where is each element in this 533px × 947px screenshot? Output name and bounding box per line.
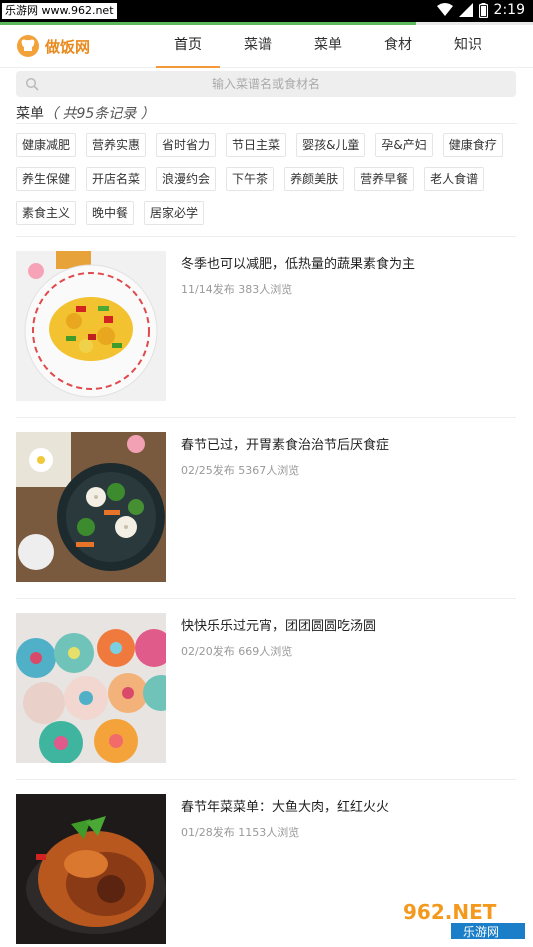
section-title: 菜单	[16, 106, 44, 122]
tab-recipes[interactable]: 菜谱	[223, 25, 293, 68]
menu-thumbnail	[16, 432, 166, 582]
tag-item[interactable]: 养生保健	[16, 167, 77, 191]
menu-thumbnail	[16, 251, 166, 401]
tag-item[interactable]: 开店名菜	[86, 167, 147, 191]
battery-icon	[478, 2, 488, 18]
logo-text: 做饭网	[45, 37, 91, 56]
tag-item[interactable]: 孕&产妇	[375, 133, 433, 157]
category-tags: 健康减肥 营养实惠 省时省力 节日主菜 婴孩&儿童 孕&产妇 健康食疗 养生保健…	[16, 133, 518, 225]
pork-knuckle-image	[16, 794, 166, 944]
watermark-brand: 962.NET	[403, 900, 497, 924]
menu-meta: 02/25发布 5367人浏览	[181, 464, 300, 477]
menu-title: 冬季也可以减肥，低热量的蔬果素食为主	[181, 257, 416, 272]
list-item[interactable]: 快快乐乐过元宵，团团圆圆吃汤圆 02/20发布 669人浏览	[16, 598, 516, 779]
menu-meta: 11/14发布 383人浏览	[181, 283, 293, 296]
962-watermark-logo: 962.NET 乐游网	[403, 900, 525, 939]
menu-list: 冬季也可以减肥，低热量的蔬果素食为主 11/14发布 383人浏览 春节已过，开…	[16, 236, 516, 947]
tag-item[interactable]: 健康食疗	[442, 133, 503, 157]
status-time: 2:19	[493, 2, 525, 18]
menu-thumbnail	[16, 794, 166, 944]
flower-dumplings-image	[16, 613, 166, 763]
tag-item[interactable]: 省时省力	[156, 133, 217, 157]
chef-hat-logo-icon	[17, 35, 39, 57]
tag-item[interactable]: 营养早餐	[354, 167, 415, 191]
status-watermark: 乐游网 www.962.net	[2, 3, 117, 19]
tag-item[interactable]: 营养实惠	[86, 133, 147, 157]
search-input[interactable]	[16, 71, 516, 97]
tag-item[interactable]: 晚中餐	[86, 201, 135, 225]
menu-title: 春节年菜菜单：大鱼大肉，红红火火	[181, 800, 390, 815]
status-icons: 2:19	[436, 2, 525, 18]
menu-title: 快快乐乐过元宵，团团圆圆吃汤圆	[181, 619, 377, 634]
tag-item[interactable]: 健康减肥	[16, 133, 77, 157]
status-bar: 乐游网 www.962.net 2:19	[0, 0, 533, 22]
menu-meta: 01/28发布 1153人浏览	[181, 826, 300, 839]
signal-icon	[458, 3, 473, 17]
tab-home[interactable]: 首页	[153, 25, 223, 68]
nav-tabs: 首页 菜谱 菜单 食材 知识	[153, 25, 503, 68]
tag-item[interactable]: 下午茶	[226, 167, 275, 191]
tag-item[interactable]: 老人食谱	[424, 167, 485, 191]
wifi-icon	[436, 3, 453, 16]
tab-ingredients[interactable]: 食材	[363, 25, 433, 68]
watermark-site: 乐游网	[463, 925, 499, 939]
app-header: 做饭网 首页 菜谱 菜单 食材 知识	[0, 25, 533, 68]
menu-meta: 02/20发布 669人浏览	[181, 645, 293, 658]
tab-knowledge[interactable]: 知识	[433, 25, 503, 68]
tag-item[interactable]: 素食主义	[16, 201, 77, 225]
section-heading: 菜单（ 共95条记录 ）	[16, 103, 155, 123]
list-item[interactable]: 春节已过，开胃素食治治节后厌食症 02/25发布 5367人浏览	[16, 417, 516, 598]
tag-item[interactable]: 浪漫约会	[156, 167, 217, 191]
search-icon[interactable]	[25, 77, 39, 91]
list-item[interactable]: 冬季也可以减肥，低热量的蔬果素食为主 11/14发布 383人浏览	[16, 236, 516, 417]
tag-item[interactable]: 婴孩&儿童	[296, 133, 366, 157]
tag-item[interactable]: 节日主菜	[226, 133, 287, 157]
record-count: （ 共95条记录 ）	[44, 106, 155, 122]
logo[interactable]: 做饭网	[16, 34, 90, 58]
divider	[16, 123, 517, 124]
tag-item[interactable]: 养颜美肤	[284, 167, 345, 191]
vegetable-salad-image	[16, 251, 166, 401]
menu-thumbnail	[16, 613, 166, 763]
tab-menus[interactable]: 菜单	[293, 25, 363, 68]
menu-title: 春节已过，开胃素食治治节后厌食症	[181, 438, 390, 453]
lotus-root-bowl-image	[16, 432, 166, 582]
tag-item[interactable]: 居家必学	[144, 201, 205, 225]
search-bar	[16, 71, 516, 97]
